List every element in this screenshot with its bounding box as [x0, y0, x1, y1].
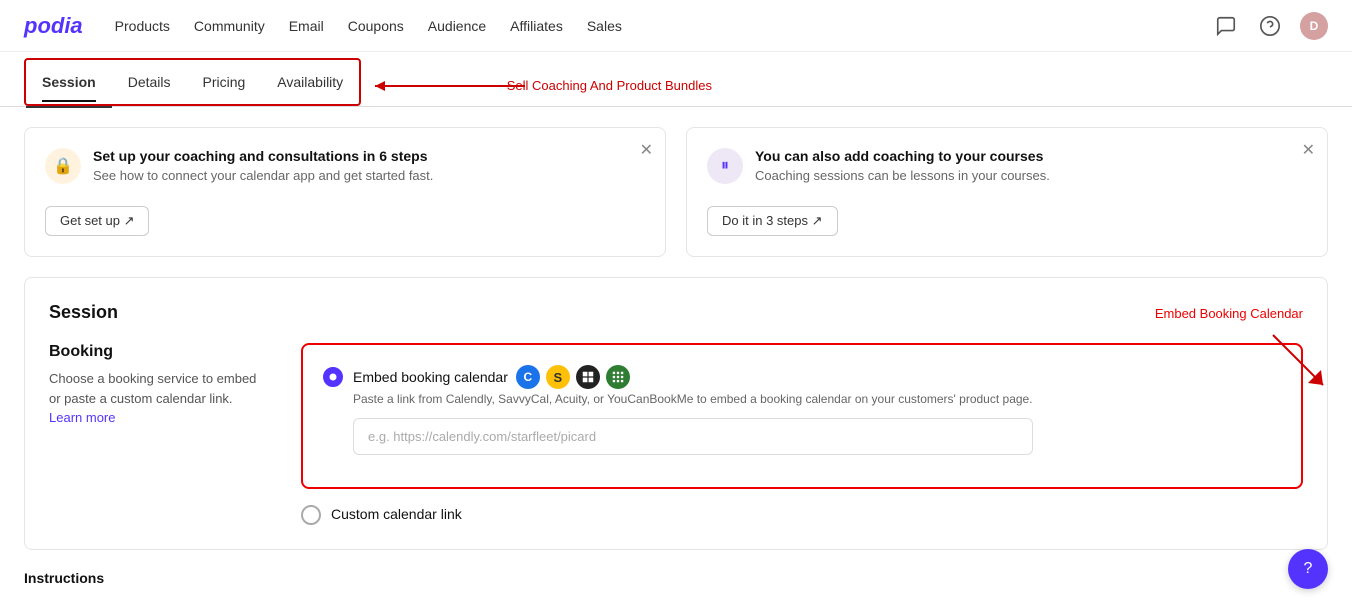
custom-calendar-option: Custom calendar link [301, 503, 1303, 525]
tab-pricing[interactable]: Pricing [187, 62, 262, 102]
calendar-url-input[interactable] [353, 418, 1033, 455]
close-card-2-icon[interactable]: ✕ [1302, 140, 1315, 160]
header: podia Products Community Email Coupons A… [0, 0, 1352, 52]
help-circle-icon[interactable] [1256, 12, 1284, 40]
nav-community[interactable]: Community [194, 18, 265, 34]
embed-radio-button[interactable] [323, 367, 343, 387]
nav-affiliates[interactable]: Affiliates [510, 18, 563, 34]
session-card: Session Embed Booking Calendar Booking C… [24, 277, 1328, 550]
nav-sales[interactable]: Sales [587, 18, 622, 34]
card2-content: You can also add coaching to your course… [755, 148, 1050, 183]
session-card-header: Session Embed Booking Calendar [49, 302, 1303, 323]
embed-option-desc: Paste a link from Calendly, SavvyCal, Ac… [353, 391, 1033, 408]
card2-title: You can also add coaching to your course… [755, 148, 1050, 164]
help-button-icon: ? [1304, 560, 1313, 578]
logo[interactable]: podia [24, 13, 83, 39]
header-left: podia Products Community Email Coupons A… [24, 13, 622, 39]
nav-products[interactable]: Products [115, 18, 170, 34]
card2-header: ⏸ You can also add coaching to your cour… [707, 148, 1307, 184]
card1-content: Set up your coaching and consultations i… [93, 148, 433, 183]
savvycal-icon: S [546, 365, 570, 389]
calendar-service-icons: C S [516, 365, 630, 389]
booking-desc: Choose a booking service to embed or pas… [49, 369, 269, 428]
chat-icon[interactable] [1212, 12, 1240, 40]
card1-title: Set up your coaching and consultations i… [93, 148, 433, 164]
embed-label-row: Embed booking calendar C S [353, 365, 1033, 389]
pause-icon: ⏸ [707, 148, 743, 184]
youcanbook-icon [606, 365, 630, 389]
booking-right: Embed booking calendar C S [301, 343, 1303, 525]
help-button[interactable]: ? [1288, 549, 1328, 589]
get-set-up-button[interactable]: Get set up ↗ [45, 206, 149, 236]
info-cards-row: ✕ 🔒 Set up your coaching and consultatio… [0, 107, 1352, 277]
embed-link-area: Embed Booking Calendar [1155, 305, 1303, 321]
nav-coupons[interactable]: Coupons [348, 18, 404, 34]
acuity-icon [576, 365, 600, 389]
embed-radio-option: Embed booking calendar C S [323, 365, 1281, 455]
info-card-setup: ✕ 🔒 Set up your coaching and consultatio… [24, 127, 666, 257]
tab-availability[interactable]: Availability [261, 62, 359, 102]
embed-booking-link[interactable]: Embed Booking Calendar [1155, 306, 1303, 321]
tab-details[interactable]: Details [112, 62, 187, 102]
card1-desc: See how to connect your calendar app and… [93, 168, 433, 183]
booking-layout: Booking Choose a booking service to embe… [49, 343, 1303, 525]
calendly-icon: C [516, 365, 540, 389]
nav-email[interactable]: Email [289, 18, 324, 34]
card1-header: 🔒 Set up your coaching and consultations… [45, 148, 645, 184]
embed-option-label: Embed booking calendar [353, 369, 508, 385]
learn-more-link[interactable]: Learn more [49, 410, 115, 425]
do-it-steps-button[interactable]: Do it in 3 steps ↗ [707, 206, 838, 236]
embed-arrow [1263, 325, 1343, 405]
session-card-title: Session [49, 302, 118, 323]
nav-audience[interactable]: Audience [428, 18, 486, 34]
lock-icon: 🔒 [45, 148, 81, 184]
tab-bar-outline: Session Details Pricing Availability [24, 58, 361, 106]
avatar[interactable]: D [1300, 12, 1328, 40]
main-nav: Products Community Email Coupons Audienc… [115, 18, 622, 34]
info-card-courses: ✕ ⏸ You can also add coaching to your co… [686, 127, 1328, 257]
booking-title: Booking [49, 343, 269, 361]
header-right: D [1212, 12, 1328, 40]
custom-calendar-label: Custom calendar link [331, 506, 462, 522]
instructions-label: Instructions [0, 570, 1352, 594]
embed-option-content: Embed booking calendar C S [353, 365, 1033, 455]
card2-desc: Coaching sessions can be lessons in your… [755, 168, 1050, 183]
booking-info: Booking Choose a booking service to embe… [49, 343, 269, 525]
close-card-1-icon[interactable]: ✕ [640, 140, 653, 160]
custom-calendar-radio[interactable] [301, 505, 321, 525]
tab-session[interactable]: Session [26, 62, 112, 102]
sell-bundle-annotation: Sell Coaching And Product Bundles [507, 78, 712, 93]
embed-booking-box: Embed booking calendar C S [301, 343, 1303, 489]
